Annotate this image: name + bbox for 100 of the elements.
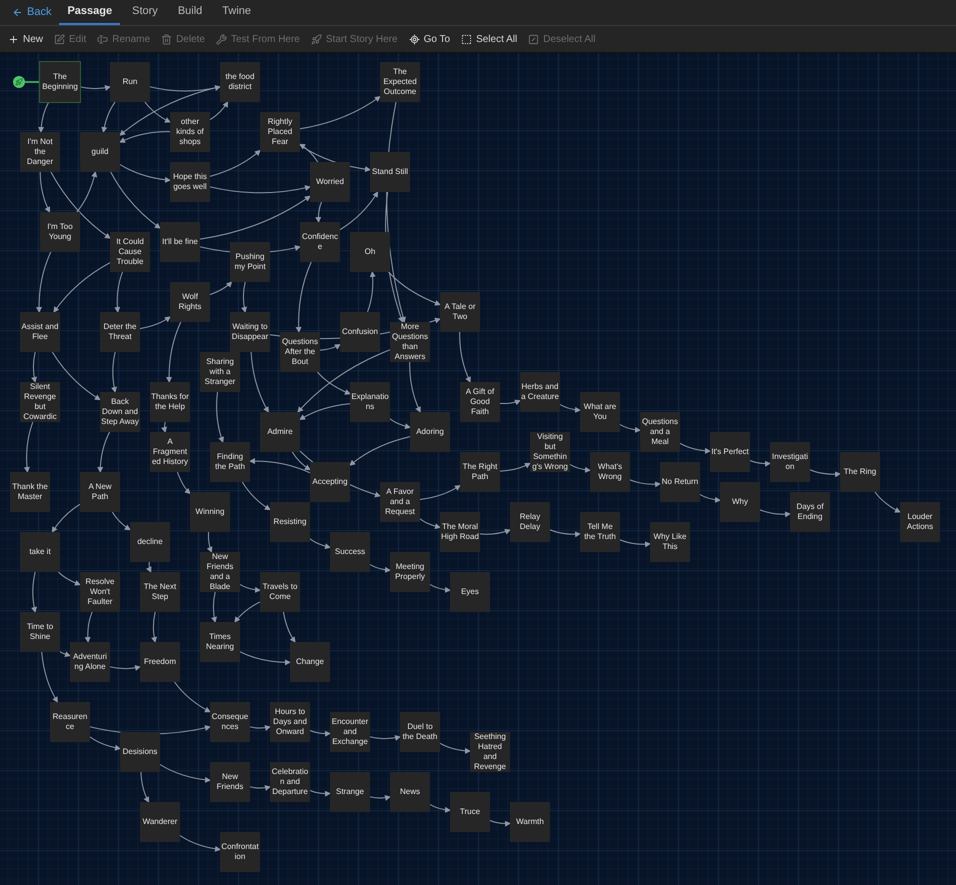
passage-card[interactable]: Louder Actions [900, 502, 940, 542]
passage-card[interactable]: Pushing my Point [230, 242, 270, 282]
link-arrow [370, 794, 391, 801]
passage-card[interactable]: Accepting [310, 462, 350, 502]
passage-card[interactable]: It Could Cause Trouble [110, 232, 150, 272]
passage-card[interactable]: More Questions than Answers [390, 322, 430, 362]
passage-card[interactable]: Hours to Days and Onward [270, 702, 310, 742]
passage-card[interactable]: Relay Delay [510, 502, 550, 542]
passage-card[interactable]: News [390, 772, 430, 812]
passage-card[interactable]: Herbs and a Creature [520, 372, 560, 412]
passage-card[interactable]: Desisions [120, 732, 160, 772]
passage-card[interactable]: Wanderer [140, 802, 180, 842]
passage-card[interactable]: I'm Not the Danger [20, 132, 60, 172]
passage-card[interactable]: Tell Me the Truth [580, 512, 620, 552]
passage-card[interactable]: Rightly Placed Fear [260, 112, 300, 152]
passage-card[interactable]: Seething Hatred and Revenge [470, 732, 510, 772]
passage-card[interactable]: A Tale or Two [440, 292, 480, 332]
passage-card[interactable]: the food district [220, 62, 260, 102]
passage-card[interactable]: A New Path [80, 472, 120, 512]
link-arrow [210, 281, 232, 296]
passage-card[interactable]: Confrontation [220, 832, 260, 872]
passage-card[interactable]: Assist and Flee [20, 312, 60, 352]
passage-card[interactable]: Hope this goes well [170, 162, 210, 202]
passage-card[interactable]: Thanks for the Help [150, 382, 190, 422]
passage-card[interactable]: Success [330, 532, 370, 572]
passage-card[interactable]: It's Perfect [710, 432, 750, 472]
passage-card[interactable]: Days of Ending [790, 492, 830, 532]
passage-card[interactable]: Truce [450, 792, 490, 832]
passage-card[interactable]: A Favor and a Request [380, 482, 420, 522]
toolbar-button[interactable]: Go To [408, 32, 450, 46]
passage-card[interactable]: Wolf Rights [170, 282, 210, 322]
passage-card[interactable]: Celebration and Departure [270, 762, 310, 802]
passage-card[interactable]: What are You [580, 392, 620, 432]
passage-card[interactable]: Questions After the Bout [280, 332, 320, 372]
menu-tab[interactable]: Twine [214, 0, 260, 25]
passage-card[interactable]: The Next Step [140, 572, 180, 612]
passage-card[interactable]: Sharing with a Stranger [200, 352, 240, 392]
passage-card[interactable]: Waiting to Disappear [230, 312, 270, 352]
passage-card[interactable]: A Gift of Good Faith [460, 382, 500, 422]
passage-card[interactable]: The Moral High Road [440, 512, 480, 552]
link-arrow [241, 282, 248, 313]
passage-card[interactable]: Visiting but Something's Wrong [530, 432, 570, 472]
passage-card[interactable]: Adventuring Alone [70, 642, 110, 682]
menu-tab[interactable]: Build [170, 0, 210, 25]
passage-card[interactable]: New Friends [210, 762, 250, 802]
toolbar-button[interactable]: New [8, 32, 44, 46]
passage-card[interactable]: It'll be fine [160, 222, 200, 262]
passage-card[interactable]: Explanations [350, 382, 390, 422]
passage-card[interactable]: Duel to the Death [400, 712, 440, 752]
passage-card[interactable]: Time to Shine [20, 612, 60, 652]
passage-card[interactable]: Back Down and Step Away [100, 392, 140, 432]
passage-card[interactable]: Winning [190, 492, 230, 532]
passage-card[interactable]: I'm Too Young [40, 212, 80, 252]
passage-card[interactable]: The Beginning [40, 62, 80, 102]
passage-card[interactable]: other kinds of shops [170, 112, 210, 152]
back-button[interactable]: Back [8, 0, 56, 25]
passage-card[interactable]: Silent Revenge but Cowardic [20, 382, 60, 422]
passage-card[interactable]: Thank the Master [10, 472, 50, 512]
passage-card[interactable]: Worried [310, 162, 350, 202]
passage-card[interactable]: Why Like This [650, 522, 690, 562]
passage-card[interactable]: Questions and a Meal [640, 412, 680, 452]
passage-card[interactable]: The Ring [840, 452, 880, 492]
passage-card[interactable]: Resisting [270, 502, 310, 542]
passage-card[interactable]: Stand Still [370, 152, 410, 192]
passage-card[interactable]: Adoring [410, 412, 450, 452]
menu-tab[interactable]: Story [124, 0, 166, 25]
passage-card[interactable]: The Right Path [460, 452, 500, 492]
passage-card[interactable]: Finding the Path [210, 442, 250, 482]
passage-card[interactable]: Freedom [140, 642, 180, 682]
passage-card[interactable]: Investigation [770, 442, 810, 482]
passage-card[interactable]: Eyes [450, 572, 490, 612]
passage-card[interactable]: Why [720, 482, 760, 522]
passage-card[interactable]: A Fragmented History [150, 432, 190, 472]
passage-card[interactable]: Change [290, 642, 330, 682]
passage-card[interactable]: Confusion [340, 312, 380, 352]
passage-card[interactable]: decline [130, 522, 170, 562]
passage-card[interactable]: Strange [330, 772, 370, 812]
passage-card[interactable]: Admire [260, 412, 300, 452]
passage-card[interactable]: No Return [660, 462, 700, 502]
passage-card[interactable]: Reasurence [50, 702, 90, 742]
passage-card[interactable]: Warmth [510, 802, 550, 842]
link-arrow [409, 362, 421, 413]
passage-card[interactable]: Resolve Won't Faulter [80, 572, 120, 612]
passage-card[interactable]: Deter the Threat [100, 312, 140, 352]
passage-card[interactable]: Run [110, 62, 150, 102]
passage-card[interactable]: Oh [350, 232, 390, 272]
link-arrow [310, 790, 331, 797]
link-arrow [161, 422, 168, 433]
passage-card[interactable]: New Friends and a Blade [200, 552, 240, 592]
passage-card[interactable]: guild [80, 132, 120, 172]
passage-card[interactable]: Consequences [210, 702, 250, 742]
passage-card[interactable]: Confidence [300, 222, 340, 262]
toolbar-button[interactable]: Select All [461, 32, 518, 46]
passage-card[interactable]: The Expected Outcome [380, 62, 420, 102]
passage-card[interactable]: Encounter and Exchange [330, 712, 370, 752]
passage-card[interactable]: What's Wrong [590, 452, 630, 492]
passage-card[interactable]: Meeting Properly [390, 552, 430, 592]
passage-card[interactable]: Times Nearing [200, 622, 240, 662]
passage-card[interactable]: take it [20, 532, 60, 572]
passage-card[interactable]: Travels to Come [260, 572, 300, 612]
